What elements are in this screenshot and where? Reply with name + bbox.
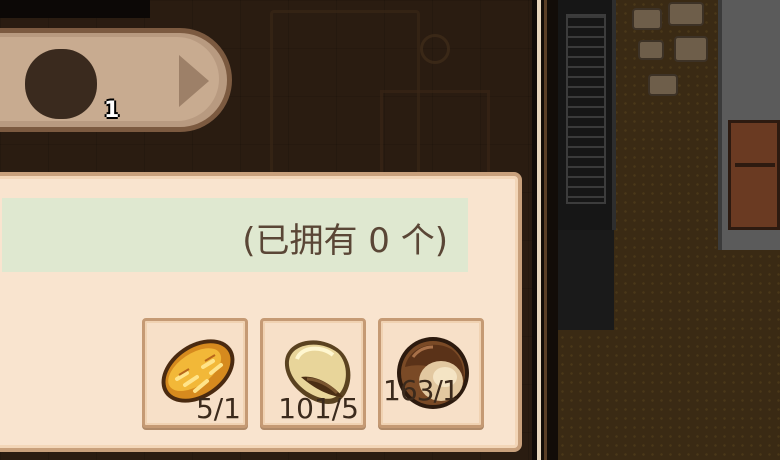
room-cabinet bbox=[380, 90, 490, 180]
ingredient-count: 101/5 bbox=[278, 392, 359, 425]
next-arrow-icon[interactable] bbox=[179, 55, 209, 107]
recipe-panel: (已拥有 0 个) 5/1 101/5 163/1 bbox=[0, 172, 522, 452]
panel-divider bbox=[532, 0, 558, 460]
empty-item-slot[interactable] bbox=[25, 49, 97, 119]
ingredient-slot-bread[interactable]: 5/1 bbox=[142, 318, 248, 428]
ingredient-count: 5/1 bbox=[195, 392, 241, 425]
slot-count: 1 bbox=[104, 98, 120, 123]
wooden-crate bbox=[728, 120, 780, 230]
owned-bar: (已拥有 0 个) bbox=[2, 198, 468, 272]
ingredient-count: 163/1 bbox=[383, 374, 460, 407]
room-lamp bbox=[420, 34, 450, 64]
ingredient-slot-seed[interactable]: 101/5 bbox=[260, 318, 366, 428]
stone-wall bbox=[558, 0, 616, 230]
world-view bbox=[558, 0, 780, 460]
stone-path bbox=[628, 0, 728, 110]
room-shadow bbox=[0, 0, 150, 18]
owned-count-text: (已拥有 0 个) bbox=[242, 221, 448, 261]
wall-shadow bbox=[558, 230, 614, 330]
ingredient-slot-nut[interactable]: 163/1 bbox=[378, 318, 484, 428]
